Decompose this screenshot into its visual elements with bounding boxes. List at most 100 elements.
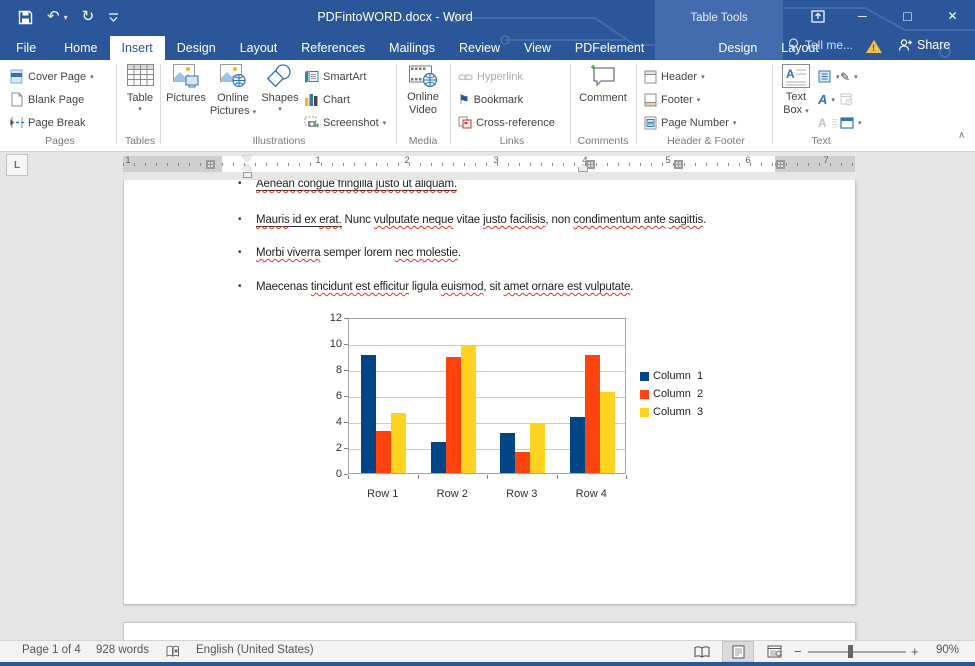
undo-icon[interactable]: ↶	[47, 6, 60, 28]
cross-reference-button[interactable]: Cross-reference	[458, 112, 555, 133]
online-video-button[interactable]: Online Video	[402, 64, 444, 116]
dropdown-caret-icon: ▾	[831, 96, 835, 104]
proofing-status-icon[interactable]	[166, 645, 180, 658]
group-label-pages: Pages	[8, 135, 112, 147]
print-layout-button[interactable]	[722, 641, 754, 662]
online-pictures-button[interactable]: Online Pictures ▾	[208, 64, 258, 119]
ribbon-display-options-icon[interactable]	[795, 0, 840, 32]
text-run: , non	[545, 214, 573, 226]
tab-stop-selector[interactable]: L	[6, 154, 28, 176]
tab-insert[interactable]: Insert	[110, 36, 165, 60]
save-icon[interactable]	[18, 10, 33, 25]
tab-file[interactable]: File	[0, 36, 52, 60]
chart-object[interactable]: 024681012 Row 1Row 2Row 3Row 4 Column 1C…	[304, 310, 844, 510]
screenshot-button[interactable]: Screenshot▾	[304, 112, 386, 133]
table-column-marker[interactable]	[206, 160, 215, 169]
table-icon	[127, 64, 154, 86]
tab-pdfelement[interactable]: PDFelement	[563, 36, 656, 60]
tab-home[interactable]: Home	[52, 36, 109, 60]
svg-text:A: A	[786, 67, 795, 81]
page-indicator[interactable]: Page 1 of 4	[22, 644, 81, 656]
zoom-slider-handle[interactable]	[848, 645, 853, 658]
page-number-button[interactable]: Page Number▾	[644, 112, 736, 133]
page-break-button[interactable]: Page Break	[10, 112, 85, 133]
word-window: Table Tools ↶ ▾ ↻ PDFintoWORD.docx - Wor…	[0, 0, 975, 666]
left-indent-marker[interactable]	[243, 172, 252, 178]
tab-review[interactable]: Review	[447, 36, 512, 60]
document-page-2[interactable]	[123, 622, 856, 640]
language-indicator[interactable]: English (United States)	[196, 644, 314, 656]
document-page-1[interactable]: •Aenean congue fringilla justo ut aliqua…	[123, 180, 856, 605]
contextual-tab-design[interactable]: Design	[706, 36, 769, 60]
word-count[interactable]: 928 words	[96, 644, 149, 656]
undo-dropdown-caret-icon[interactable]: ▾	[64, 13, 68, 22]
smartart-button[interactable]: SmartArt	[304, 66, 366, 87]
bullet: •	[238, 279, 241, 295]
online-pictures-icon	[220, 64, 246, 88]
tell-me-box[interactable]: Tell me...	[788, 38, 853, 52]
table-column-marker[interactable]	[674, 160, 683, 169]
cover-page-button[interactable]: Cover Page▾	[10, 66, 94, 87]
object-button[interactable]: ▾	[840, 112, 862, 133]
pictures-button[interactable]: Pictures	[166, 64, 206, 105]
ribbon-group-media: Online Video Media	[400, 60, 446, 150]
tell-me-label: Tell me...	[805, 38, 853, 52]
dropdown-caret-icon: ▾	[854, 73, 858, 81]
table-tools-label: Table Tools	[655, 12, 783, 24]
bookmark-button[interactable]: ⚑ Bookmark	[458, 89, 523, 110]
header-button[interactable]: Header▾	[644, 66, 705, 87]
tab-view[interactable]: View	[512, 36, 563, 60]
smartart-icon	[304, 70, 319, 83]
paragraph[interactable]: •Mauris id ex erat. Nunc vulputate neque…	[256, 212, 835, 228]
zoom-slider-track[interactable]	[808, 651, 906, 653]
quick-parts-button[interactable]: ▾	[818, 66, 840, 87]
share-button[interactable]: Share	[898, 38, 950, 52]
first-line-indent-marker[interactable]	[242, 156, 252, 162]
hanging-indent-marker[interactable]	[242, 164, 252, 170]
zoom-in-icon[interactable]: +	[911, 644, 919, 659]
wordart-button[interactable]: A ▾	[818, 89, 835, 110]
tab-design[interactable]: Design	[165, 36, 228, 60]
customize-quick-access-toolbar-icon[interactable]	[108, 11, 119, 23]
close-icon[interactable]: ✕	[930, 0, 975, 32]
title-bar: Table Tools ↶ ▾ ↻ PDFintoWORD.docx - Wor…	[0, 0, 975, 60]
minimize-icon[interactable]: ─	[840, 0, 885, 32]
read-mode-button[interactable]	[686, 641, 718, 662]
online-video-icon	[409, 64, 437, 88]
blank-page-button[interactable]: Blank Page	[10, 89, 84, 110]
chart-gridline	[349, 397, 625, 398]
collapse-ribbon-icon[interactable]: ∧	[958, 130, 965, 141]
chart-ytick-label: 2	[306, 442, 342, 454]
group-label-links: Links	[456, 135, 568, 147]
text-run: sagittis	[669, 214, 704, 226]
chart-button[interactable]: Chart	[304, 89, 350, 110]
web-layout-button[interactable]	[758, 641, 790, 662]
table-column-marker[interactable]	[776, 160, 785, 169]
maximize-icon[interactable]: □	[885, 0, 930, 32]
ruler-number: 7	[820, 155, 832, 166]
zoom-out-icon[interactable]: −	[794, 644, 802, 659]
tab-mailings[interactable]: Mailings	[377, 36, 447, 60]
comment-button[interactable]: Comment	[580, 64, 626, 105]
paragraph[interactable]: •Maecenas tincidunt est efficitur ligula…	[256, 279, 835, 295]
tab-references[interactable]: References	[289, 36, 377, 60]
paragraph[interactable]: •Morbi viverra semper lorem nec molestie…	[256, 245, 835, 261]
document-canvas: •Aenean congue fringilla justo ut aliqua…	[0, 180, 975, 640]
text-box-button[interactable]: A Text Box ▾	[778, 64, 814, 118]
zoom-level[interactable]: 90%	[936, 644, 959, 656]
status-bar: Page 1 of 4 928 words English (United St…	[0, 640, 975, 662]
table-button[interactable]: Table ▾	[123, 64, 157, 113]
header-icon	[644, 70, 657, 84]
signature-line-button[interactable]: ✎ ▾	[840, 66, 858, 87]
ribbon-group-header-footer: Header▾ Footer▾ Page Number▾ Header & Fo…	[642, 60, 770, 150]
warning-icon[interactable]: !	[866, 40, 882, 53]
shapes-icon	[267, 64, 293, 88]
shapes-button[interactable]: Shapes ▾	[260, 64, 300, 113]
lightbulb-icon	[788, 38, 799, 52]
footer-button[interactable]: Footer▾	[644, 89, 700, 110]
paragraph[interactable]: •Aenean congue fringilla justo ut aliqua…	[256, 180, 835, 192]
window-controls: ─ □ ✕	[795, 0, 975, 32]
redo-icon[interactable]: ↻	[82, 6, 95, 28]
tab-layout[interactable]: Layout	[228, 36, 290, 60]
group-separator	[450, 64, 451, 144]
